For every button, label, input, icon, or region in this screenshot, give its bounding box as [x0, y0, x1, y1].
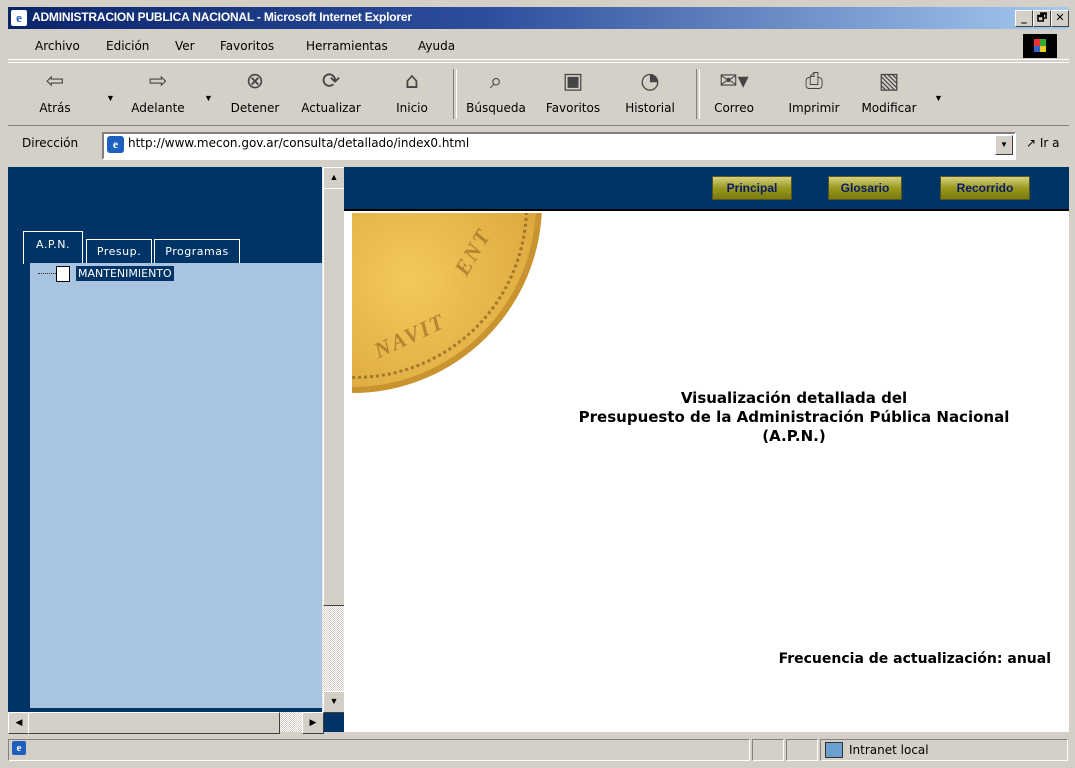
address-input[interactable] [128, 136, 988, 150]
toolbar: ⇦ Atrás ▼ ⇨ Adelante ▼ ⊗ Detener ⟳ Actua… [8, 62, 1069, 126]
stop-label: Detener [230, 101, 280, 115]
back-dropdown-icon[interactable]: ▼ [106, 93, 115, 103]
print-label: Imprimir [788, 101, 840, 115]
scroll-down-button[interactable]: ▼ [323, 691, 345, 713]
stop-button[interactable]: ⊗ Detener [224, 67, 286, 115]
tab-apn[interactable]: A.P.N. [23, 231, 83, 264]
scroll-up-button[interactable]: ▲ [323, 167, 345, 189]
edit-icon: ▧ [878, 69, 900, 94]
intranet-zone-icon [825, 742, 843, 758]
history-clock-icon: ◔ [640, 69, 660, 94]
principal-button[interactable]: Principal [712, 176, 792, 200]
back-arrow-icon: ⇦ [45, 69, 65, 94]
refresh-label: Actualizar [301, 101, 361, 115]
menu-ayuda[interactable]: Ayuda [418, 39, 455, 53]
windows-logo-icon [1023, 34, 1057, 58]
zone-panel: Intranet local [820, 739, 1068, 761]
search-label: Búsqueda [466, 101, 526, 115]
history-button[interactable]: ◔ Historial [618, 67, 682, 115]
search-button[interactable]: ⌕ Búsqueda [463, 67, 529, 115]
go-arrow-icon: ↗ [1026, 136, 1037, 150]
edit-button[interactable]: ▧ Modificar [854, 67, 924, 115]
main-title-line3: (A.P.N.) [762, 427, 826, 445]
menu-bar: Archivo Edición Ver Favoritos Herramient… [8, 32, 1069, 60]
status-panel [786, 739, 818, 761]
printer-icon: ⎙ [805, 69, 823, 94]
edit-label: Modificar [861, 101, 917, 115]
address-bar: Dirección e ▼ ↗ Ir a [8, 128, 1069, 160]
forward-label: Adelante [131, 101, 185, 115]
left-horizontal-scrollbar[interactable]: ◀ ▶ [8, 712, 324, 734]
favorites-button[interactable]: ▣ Favoritos [539, 67, 607, 115]
menu-herramientas[interactable]: Herramientas [306, 39, 388, 53]
recorrido-button[interactable]: Recorrido [940, 176, 1030, 200]
menu-favoritos[interactable]: Favoritos [220, 39, 274, 53]
hscroll-thumb[interactable] [28, 712, 280, 734]
maximize-button[interactable]: 🗗 [1033, 10, 1051, 27]
address-label: Dirección [22, 136, 79, 150]
menu-ver[interactable]: Ver [175, 39, 195, 53]
zone-label: Intranet local [849, 743, 929, 757]
nav-bar: Principal Glosario Recorrido [344, 167, 1069, 211]
tab-presup[interactable]: Presup. [86, 239, 152, 264]
scroll-thumb[interactable] [323, 188, 345, 606]
status-text-panel [8, 739, 750, 761]
mail-icon: ✉▾ [719, 69, 749, 94]
scroll-left-button[interactable]: ◀ [8, 712, 30, 734]
update-frequency: Frecuencia de actualización: anual [778, 651, 1051, 667]
left-frame: A.P.N. Presup. Programas MANTENIMIENTO ▲… [8, 167, 345, 734]
forward-arrow-icon: ⇨ [148, 69, 168, 94]
toolbar-separator [696, 69, 700, 119]
glosario-button[interactable]: Glosario [828, 176, 902, 200]
favorites-folder-icon: ▣ [562, 69, 584, 94]
favorites-label: Favoritos [545, 101, 601, 115]
mail-label: Correo [714, 101, 754, 115]
scroll-right-button[interactable]: ▶ [302, 712, 324, 734]
left-vertical-scrollbar[interactable]: ▲ ▼ [322, 167, 345, 713]
search-icon: ⌕ [489, 69, 503, 94]
window-title: ADMINISTRACION PUBLICA NACIONAL - Micros… [32, 10, 412, 24]
back-button[interactable]: ⇦ Atrás [32, 67, 78, 115]
document-icon [56, 266, 70, 282]
address-dropdown-icon[interactable]: ▼ [995, 135, 1013, 155]
coin-image: ENT NAVIT [352, 213, 542, 399]
menu-archivo[interactable]: Archivo [35, 39, 80, 53]
toolbar-separator [453, 69, 457, 119]
menu-edicion[interactable]: Edición [106, 39, 149, 53]
refresh-button[interactable]: ⟳ Actualizar [296, 67, 366, 115]
window-title-bar[interactable]: e ADMINISTRACION PUBLICA NACIONAL - Micr… [8, 7, 1069, 29]
go-label: Ir a [1039, 136, 1060, 150]
address-box: e ▼ [102, 132, 1016, 160]
mail-button[interactable]: ✉▾ Correo [706, 67, 762, 115]
ie-logo-icon: e [11, 10, 27, 26]
refresh-icon: ⟳ [321, 69, 341, 94]
edit-dropdown-icon[interactable]: ▼ [934, 93, 943, 103]
tree-connector [38, 273, 56, 274]
page-icon: e [107, 136, 124, 153]
stop-icon: ⊗ [245, 69, 265, 94]
forward-button[interactable]: ⇨ Adelante [126, 67, 190, 115]
history-label: Historial [625, 101, 675, 115]
status-panel [752, 739, 784, 761]
close-button[interactable]: ✕ [1051, 10, 1069, 27]
content-frame: Principal Glosario Recorrido ENT NAVIT V… [344, 167, 1069, 732]
status-bar: e Intranet local [8, 737, 1069, 761]
main-title-line1: Visualización detallada del [680, 389, 908, 407]
back-label: Atrás [39, 101, 71, 115]
go-button[interactable]: ↗ Ir a [1026, 136, 1060, 150]
home-button[interactable]: ⌂ Inicio [388, 67, 436, 115]
main-title-line2: Presupuesto de la Administración Pública… [578, 408, 1010, 426]
minimize-button[interactable]: _ [1015, 10, 1033, 27]
tab-programas[interactable]: Programas [154, 239, 240, 264]
tree-item-mantenimiento[interactable]: MANTENIMIENTO [76, 266, 174, 281]
forward-dropdown-icon[interactable]: ▼ [204, 93, 213, 103]
tree-panel: MANTENIMIENTO [30, 263, 323, 708]
home-icon: ⌂ [405, 69, 419, 94]
home-label: Inicio [396, 101, 428, 115]
print-button[interactable]: ⎙ Imprimir [782, 67, 846, 115]
